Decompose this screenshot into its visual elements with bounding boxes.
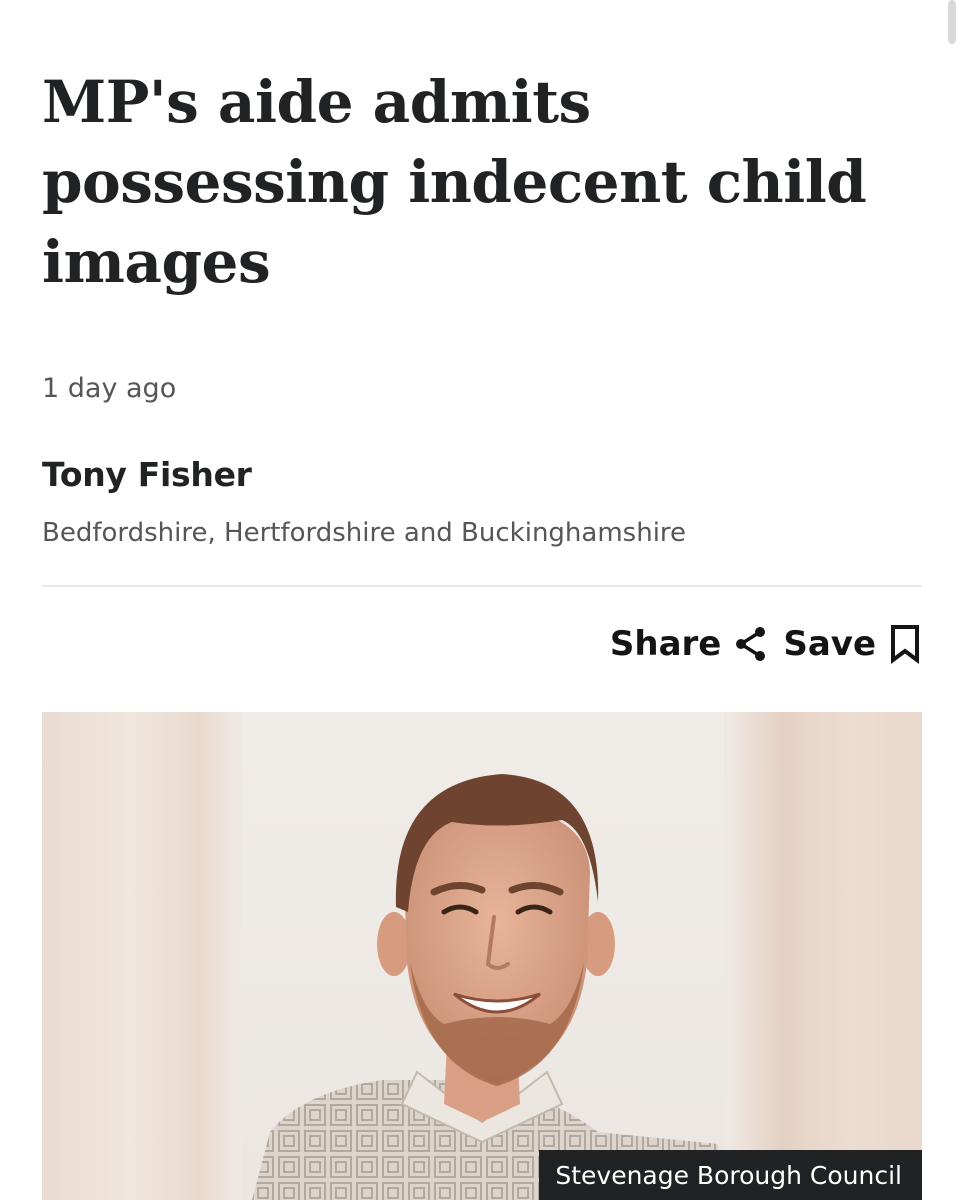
portrait-illustration bbox=[252, 774, 724, 1200]
divider bbox=[42, 585, 922, 587]
save-button[interactable]: Save bbox=[783, 624, 922, 664]
bookmark-icon bbox=[891, 625, 919, 664]
article-headline: MP's aide admits possessing indecent chi… bbox=[42, 68, 867, 296]
article-photo: Stevenage Borough Council bbox=[42, 712, 922, 1200]
article-actions: Share Save bbox=[610, 618, 922, 670]
scrollbar-thumb[interactable] bbox=[948, 0, 956, 44]
save-label: Save bbox=[783, 624, 876, 664]
share-icon bbox=[736, 627, 766, 661]
photo-caption: Stevenage Borough Council bbox=[539, 1150, 922, 1200]
author-name: Tony Fisher bbox=[42, 455, 252, 494]
article-timestamp: 1 day ago bbox=[42, 373, 177, 404]
share-label: Share bbox=[609, 624, 722, 664]
share-button[interactable]: Share bbox=[610, 624, 769, 664]
author-region: Bedfordshire, Hertfordshire and Buckingh… bbox=[42, 518, 687, 548]
